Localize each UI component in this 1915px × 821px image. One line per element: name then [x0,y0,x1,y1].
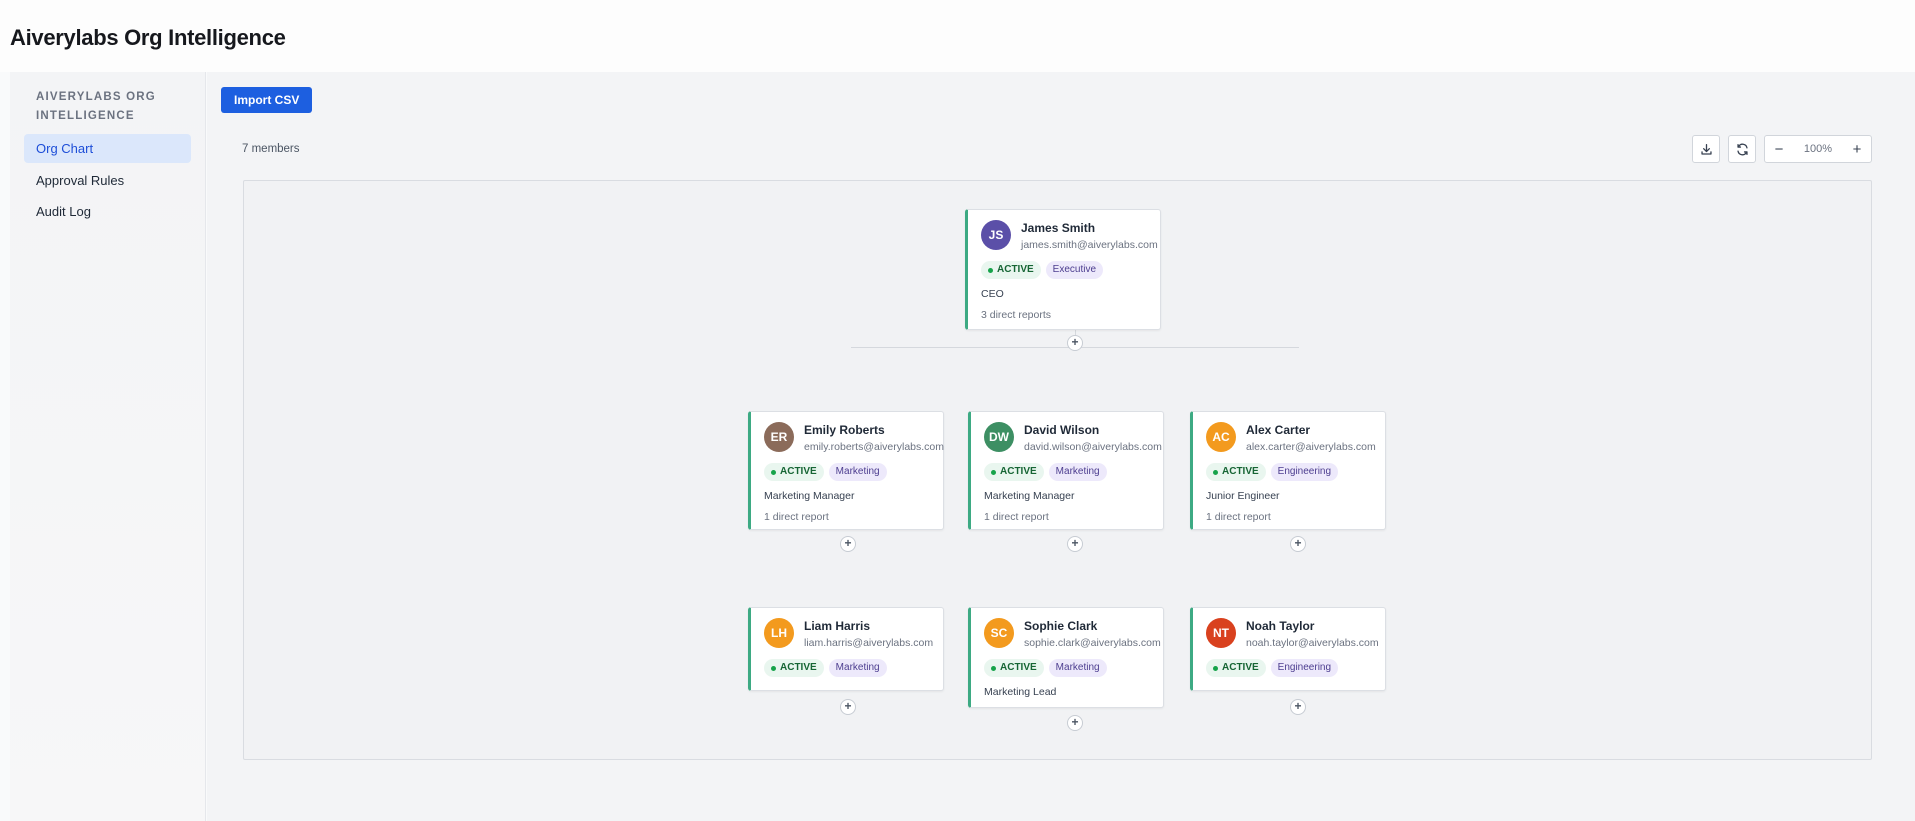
person-name: Emily Roberts [804,423,885,437]
department-badge: Engineering [1270,463,1339,481]
avatar: DW [984,422,1014,452]
status-dot-icon [991,469,996,475]
person-role: Marketing Lead [984,686,1057,698]
person-name: Sophie Clark [1024,619,1098,633]
app-header: Aiverylabs Org Intelligence [0,0,1915,72]
person-email: sophie.clark@aiverylabs.com [1024,637,1161,649]
person-name: James Smith [1021,221,1096,235]
person-email: david.wilson@aiverylabs.com [1024,441,1162,453]
status-badge: ACTIVE [981,261,1041,279]
person-name: David Wilson [1024,423,1100,437]
status-badge: ACTIVE [984,659,1044,677]
add-report-button[interactable]: + [1067,536,1083,552]
member-count: 7 members [242,143,300,155]
person-name: Noah Taylor [1246,619,1315,633]
app-title: Aiverylabs Org Intelligence [10,25,286,50]
person-card-liam-harris[interactable]: LH Liam Harris liam.harris@aiverylabs.co… [748,607,944,691]
sidebar-item-org-chart[interactable]: Org Chart [24,134,191,163]
status-badge: ACTIVE [764,659,824,677]
department-badge: Marketing [1048,659,1107,677]
refresh-button[interactable] [1728,135,1756,163]
direct-reports-count: 1 direct report [764,511,829,523]
avatar: SC [984,618,1014,648]
sidebar: AIVERYLABS ORG INTELLIGENCE Org Chart Ap… [10,72,206,821]
person-card-david-wilson[interactable]: DW David Wilson david.wilson@aiverylabs.… [968,411,1164,530]
person-role: Marketing Manager [984,490,1075,502]
zoom-level: 100% [1803,143,1833,155]
refresh-icon [1736,143,1748,155]
download-button[interactable] [1692,135,1720,163]
add-report-button[interactable]: + [840,536,856,552]
department-badge: Engineering [1270,659,1339,677]
add-report-button[interactable]: + [1290,699,1306,715]
status-dot-icon [988,267,993,273]
direct-reports-count: 1 direct report [984,511,1049,523]
department-badge: Executive [1045,261,1104,279]
department-badge: Marketing [1048,463,1107,481]
person-email: james.smith@aiverylabs.com [1021,239,1158,251]
person-email: alex.carter@aiverylabs.com [1246,441,1376,453]
status-badge: ACTIVE [764,463,824,481]
person-role: Marketing Manager [764,490,855,502]
person-card-noah-taylor[interactable]: NT Noah Taylor noah.taylor@aiverylabs.co… [1190,607,1386,691]
org-chart-canvas[interactable]: JS James Smith james.smith@aiverylabs.co… [243,180,1872,760]
avatar: NT [1206,618,1236,648]
zoom-control: − 100% + [1764,135,1872,163]
status-badge: ACTIVE [1206,463,1266,481]
person-card-sophie-clark[interactable]: SC Sophie Clark sophie.clark@aiverylabs.… [968,607,1164,708]
status-dot-icon [771,469,776,475]
person-card-alex-carter[interactable]: AC Alex Carter alex.carter@aiverylabs.co… [1190,411,1386,530]
download-icon [1700,143,1712,155]
direct-reports-count: 1 direct report [1206,511,1271,523]
import-csv-button[interactable]: Import CSV [221,87,313,113]
add-report-button[interactable]: + [1067,715,1083,731]
person-card-james-smith[interactable]: JS James Smith james.smith@aiverylabs.co… [965,209,1161,330]
person-card-emily-roberts[interactable]: ER Emily Roberts emily.roberts@aiverylab… [748,411,944,530]
status-dot-icon [991,665,996,671]
avatar: AC [1206,422,1236,452]
status-badge: ACTIVE [984,463,1044,481]
department-badge: Marketing [828,659,887,677]
status-dot-icon [771,665,776,671]
person-email: noah.taylor@aiverylabs.com [1246,637,1379,649]
department-badge: Marketing [828,463,887,481]
avatar: JS [981,220,1011,250]
person-email: emily.roberts@aiverylabs.com [804,441,945,453]
status-dot-icon [1213,665,1218,671]
sidebar-heading: AIVERYLABS ORG INTELLIGENCE [36,91,156,122]
person-name: Alex Carter [1246,423,1311,437]
sidebar-item-approval-rules[interactable]: Approval Rules [24,166,191,195]
sidebar-item-audit-log[interactable]: Audit Log [24,197,191,226]
person-role: Junior Engineer [1206,490,1280,502]
add-report-button[interactable]: + [1290,536,1306,552]
status-badge: ACTIVE [1206,659,1266,677]
direct-reports-count: 3 direct reports [981,309,1052,321]
person-email: liam.harris@aiverylabs.com [804,637,934,649]
add-report-button[interactable]: + [1067,335,1083,351]
zoom-in-button[interactable]: + [1843,136,1871,162]
avatar: ER [764,422,794,452]
status-dot-icon [1213,469,1218,475]
main-content: Import CSV 7 members − 100% + JS James S… [207,72,1915,821]
add-report-button[interactable]: + [840,699,856,715]
person-role: CEO [981,288,1004,300]
person-name: Liam Harris [804,619,871,633]
zoom-out-button[interactable]: − [1765,136,1793,162]
avatar: LH [764,618,794,648]
